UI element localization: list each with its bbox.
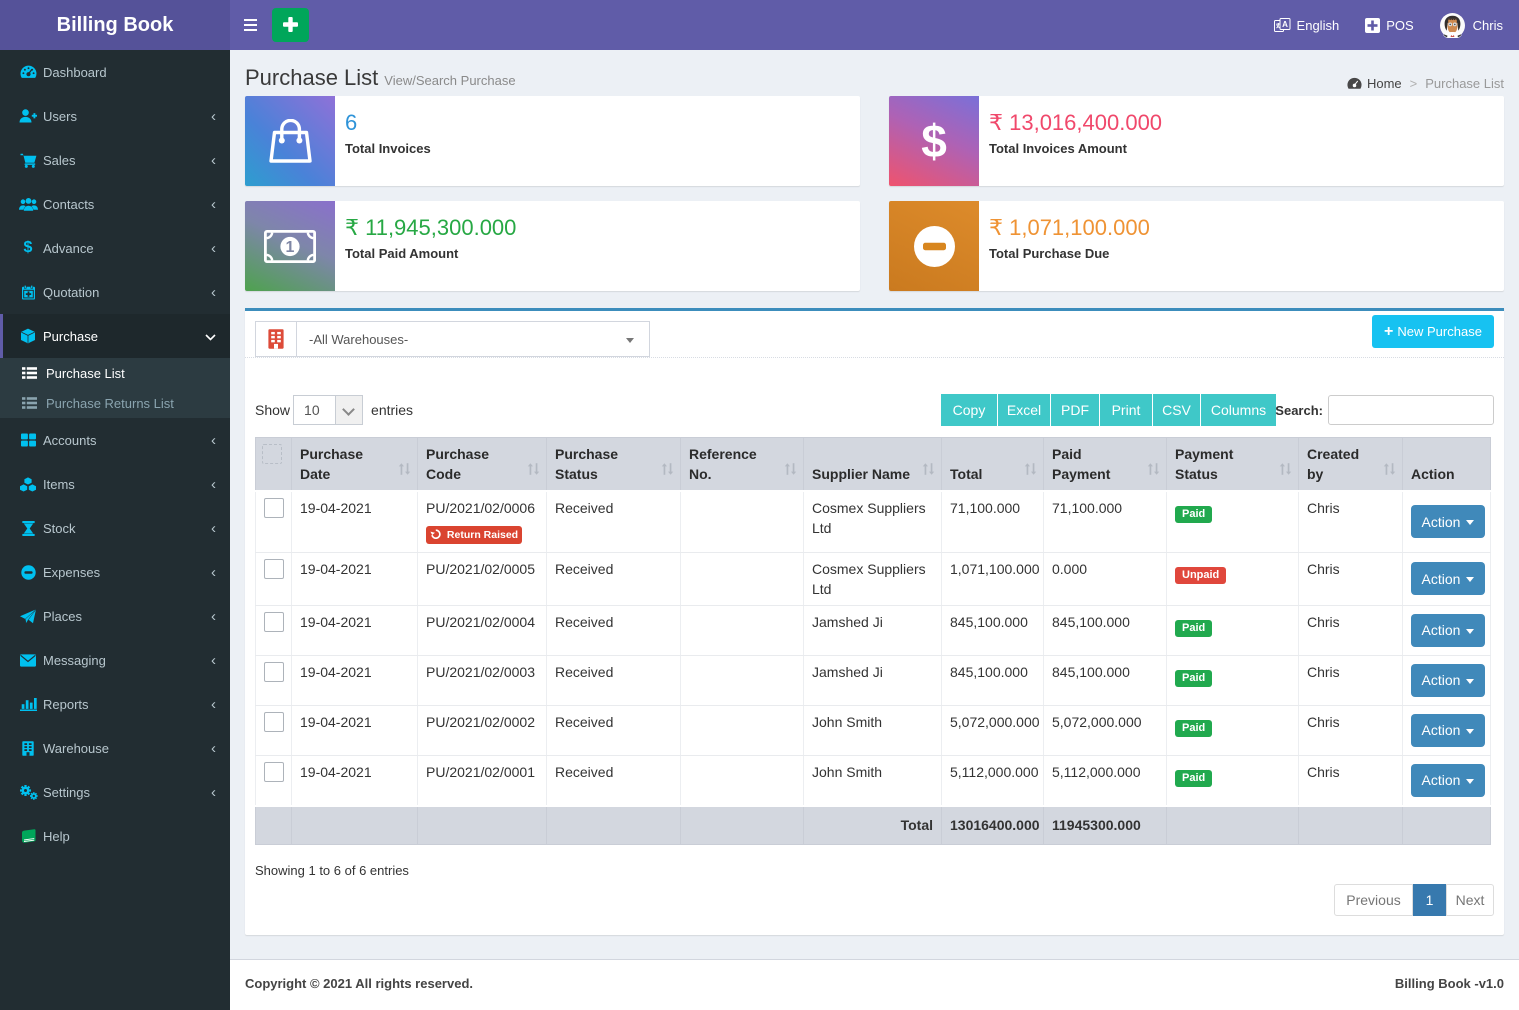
svg-text:A: A	[1282, 20, 1288, 29]
svg-text:1: 1	[286, 239, 295, 256]
